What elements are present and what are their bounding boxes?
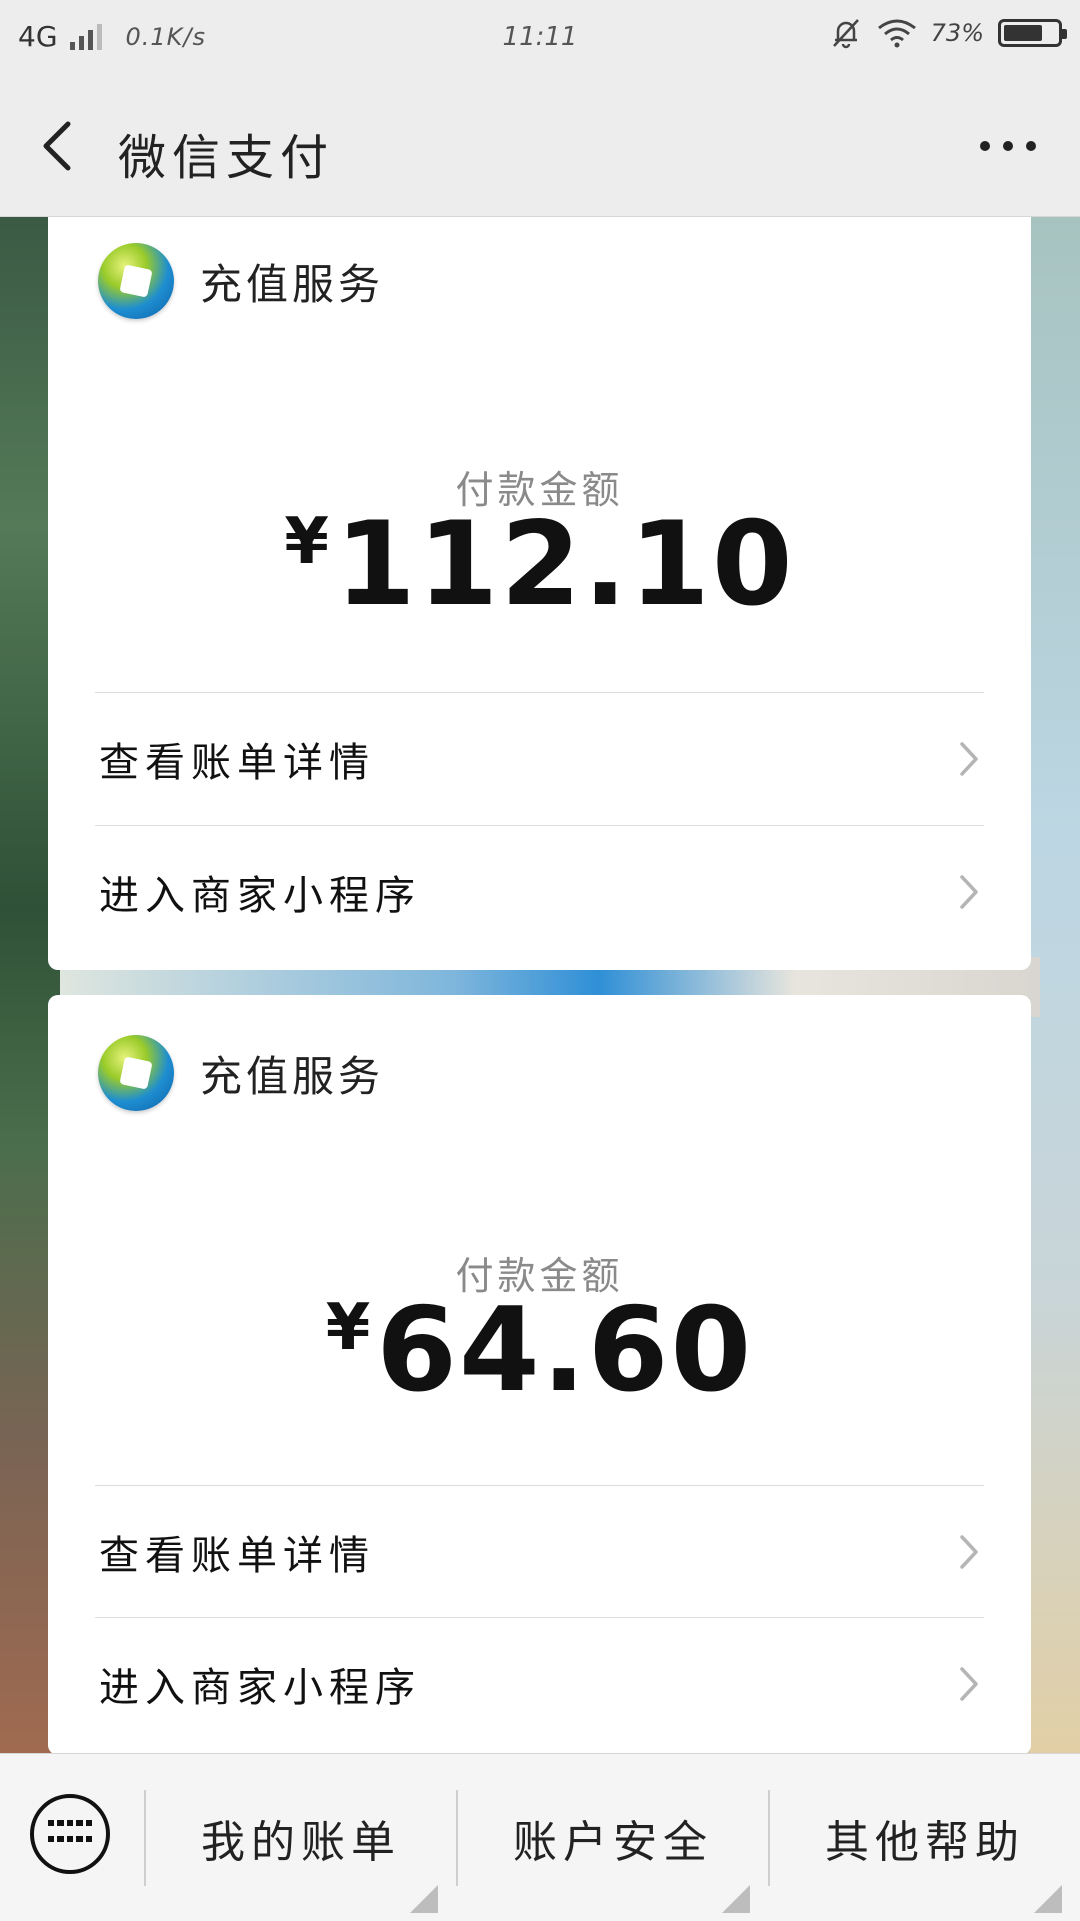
- currency-symbol: ¥: [325, 1291, 371, 1365]
- row-label: 查看账单详情: [99, 740, 375, 786]
- merchant-header: 充值服务: [98, 1035, 384, 1111]
- wifi-icon: [877, 19, 916, 48]
- merchant-name: 充值服务: [200, 259, 385, 309]
- status-right: 73%: [829, 16, 1067, 50]
- merchant-header: 充值服务: [98, 243, 384, 319]
- submenu-indicator-icon: [410, 1885, 438, 1913]
- more-dots-icon[interactable]: [980, 136, 1036, 156]
- chevron-right-icon: [960, 1535, 978, 1569]
- submenu-indicator-icon: [722, 1885, 750, 1913]
- tab-my-bills[interactable]: 我的账单: [146, 1754, 456, 1921]
- row-label: 进入商家小程序: [99, 1665, 421, 1711]
- bell-off-icon: [832, 19, 859, 49]
- view-bill-details-row[interactable]: 查看账单详情: [95, 692, 984, 825]
- status-bar: 4G 0.1K/s 11:11 73%: [0, 0, 1080, 76]
- amount-value: 64.60: [376, 1283, 754, 1418]
- open-mini-program-row[interactable]: 进入商家小程序: [95, 1617, 984, 1750]
- battery-percent: 73%: [930, 19, 984, 47]
- keyboard-icon[interactable]: [30, 1794, 110, 1874]
- nav-bar: 微信支付: [0, 76, 1080, 217]
- back-icon[interactable]: [36, 116, 86, 176]
- amount-value: 112.10: [334, 497, 795, 632]
- payment-amount: ¥112.10: [48, 497, 1031, 632]
- chevron-right-icon: [960, 875, 978, 909]
- currency-symbol: ¥: [284, 505, 329, 579]
- view-bill-details-row[interactable]: 查看账单详情: [95, 1485, 984, 1618]
- chevron-right-icon: [960, 1667, 978, 1701]
- battery-icon: [998, 19, 1067, 47]
- tab-label: 账户安全: [513, 1816, 713, 1868]
- chevron-right-icon: [960, 742, 978, 776]
- submenu-indicator-icon: [1034, 1885, 1062, 1913]
- tab-label: 我的账单: [201, 1816, 401, 1868]
- bottom-menu-bar: 我的账单 账户安全 其他帮助: [0, 1753, 1080, 1921]
- payment-card: 充值服务 付款金额 ¥112.10 查看账单详情 进入商家小程序: [48, 217, 1031, 970]
- payment-amount: ¥64.60: [48, 1283, 1031, 1418]
- merchant-logo: [98, 1035, 174, 1111]
- tab-label: 其他帮助: [825, 1816, 1025, 1868]
- battery-fill: [1004, 25, 1042, 41]
- row-label: 查看账单详情: [99, 1533, 375, 1579]
- merchant-name: 充值服务: [200, 1051, 385, 1101]
- tab-account-security[interactable]: 账户安全: [458, 1754, 768, 1921]
- row-label: 进入商家小程序: [99, 873, 421, 919]
- page-title: 微信支付: [118, 130, 335, 186]
- payment-card: 充值服务 付款金额 ¥64.60 查看账单详情 进入商家小程序: [48, 995, 1031, 1755]
- tab-other-help[interactable]: 其他帮助: [770, 1754, 1080, 1921]
- open-mini-program-row[interactable]: 进入商家小程序: [95, 825, 984, 958]
- merchant-logo: [98, 243, 174, 319]
